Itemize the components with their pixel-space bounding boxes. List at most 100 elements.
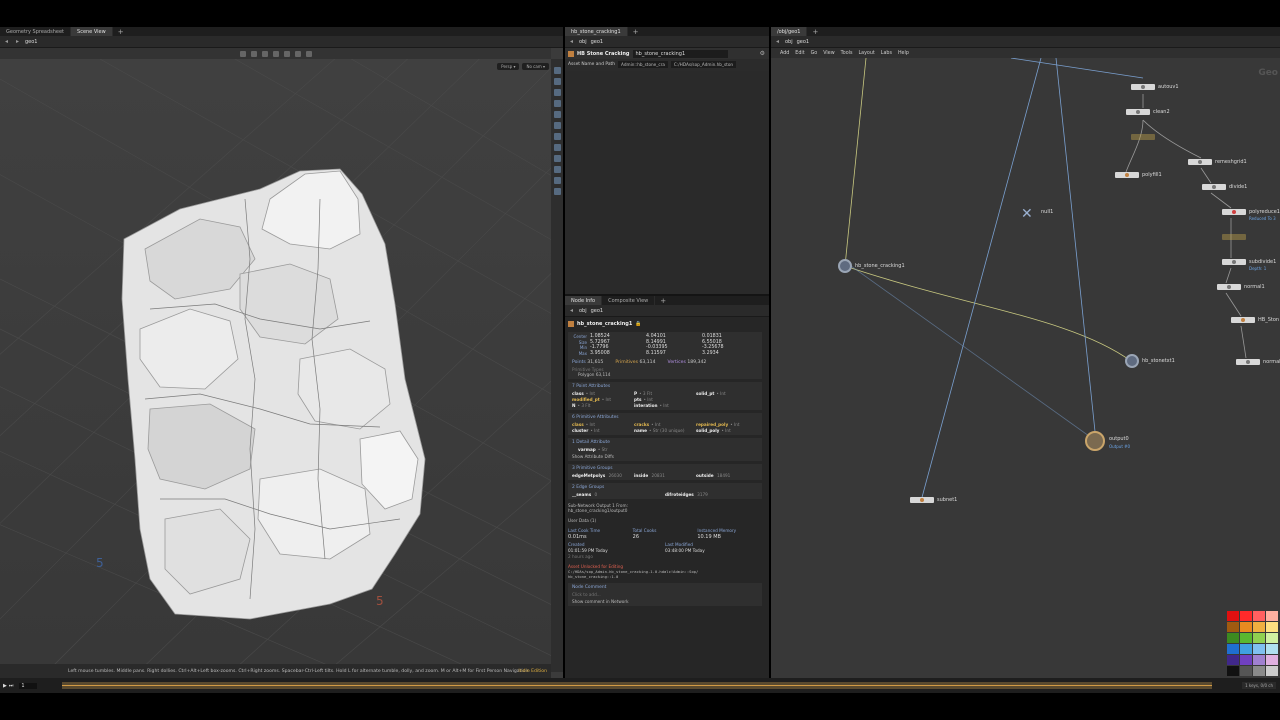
wireframe-icon[interactable] [553,89,561,96]
snap-icon[interactable] [283,50,290,57]
node-hb-stonetxt[interactable]: HB_Ston [1231,317,1279,323]
asset-name-field[interactable]: Admin::hb_stone_cra [618,60,668,68]
edge-groups-head[interactable]: 2 Edge Groups [572,485,758,490]
tab-network[interactable]: /obj/geo1 [771,27,808,36]
color-swatch[interactable] [1266,622,1278,632]
frame-all-icon[interactable] [553,166,561,173]
color-swatch[interactable] [1266,655,1278,665]
path-obj[interactable]: obj [579,308,587,314]
show-comment-checkbox[interactable]: Show comment in Network [572,599,758,604]
color-swatch[interactable] [1240,622,1252,632]
node-name-field[interactable]: hb_stone_cracking1 [632,49,728,58]
color-swatch[interactable] [1227,611,1239,621]
snapshot-icon[interactable] [553,155,561,162]
add-tab-icon[interactable]: + [655,297,671,305]
node-clean2[interactable]: clean2 [1126,109,1170,115]
color-swatch[interactable] [1266,666,1278,676]
node-normal1[interactable]: normal1 [1217,284,1265,290]
node-autouv1[interactable]: autouv1 [1131,84,1179,90]
node-polyfill1[interactable]: polyfill1 [1115,172,1162,178]
background-icon[interactable] [553,188,561,195]
current-frame-field[interactable]: 1 [19,682,38,689]
node-comment-input[interactable]: Click to add... [572,592,758,597]
menu-edit[interactable]: Edit [795,51,804,56]
scale-tool-icon[interactable] [272,50,279,57]
node-subdivide1[interactable]: subdivide1 Depth: 1 [1222,259,1276,271]
color-swatch[interactable] [1266,644,1278,654]
color-swatch[interactable] [1253,633,1265,643]
back-arrow-icon[interactable]: ◂ [3,38,10,45]
display-icon[interactable] [294,50,301,57]
color-swatch[interactable] [1227,655,1239,665]
node-bypassed[interactable] [1131,134,1155,140]
show-attribute-diffs[interactable]: Show Attribute Diffs [572,454,758,459]
select-tool-icon[interactable] [239,50,246,57]
path-obj[interactable]: obj [579,39,587,45]
gear-icon[interactable]: ⚙ [760,50,765,57]
grid-icon[interactable] [553,144,561,151]
path-obj[interactable]: obj [785,39,793,45]
normals-icon[interactable] [553,122,561,129]
tab-params-node[interactable]: hb_stone_cracking1 [565,27,628,36]
color-swatch[interactable] [1253,655,1265,665]
node-bypassed-2[interactable] [1222,234,1246,240]
color-swatch[interactable] [1240,644,1252,654]
camera-icon[interactable] [305,50,312,57]
node-hb-stone-cracking1[interactable]: hb_stone_cracking1 [838,259,905,273]
color-swatch[interactable] [1240,633,1252,643]
node-hb-stonetxt1[interactable]: hb_stonetxt1 [1125,354,1175,368]
points-icon[interactable] [553,133,561,140]
network-editor-pane[interactable]: /obj/geo1 + ◂ obj geo1 Add Edit Go View … [771,27,1280,678]
tab-geometry-spreadsheet[interactable]: Geometry Spreadsheet [0,27,72,36]
add-tab-icon[interactable]: + [628,28,644,36]
menu-labs[interactable]: Labs [881,51,892,56]
path-geo1[interactable]: geo1 [591,39,604,45]
ghost-icon[interactable] [553,111,561,118]
camera-menu[interactable]: No cam ▾ [522,63,549,70]
node-null1[interactable]: ✕ null1 [1021,206,1053,222]
path-geo1[interactable]: geo1 [797,39,810,45]
node-remeshgrid1[interactable]: remeshgrid1 [1188,159,1247,165]
lighting-icon[interactable] [553,100,561,107]
user-data-toggle[interactable]: User Data (1) [568,518,762,523]
tab-scene-view[interactable]: Scene View [71,27,113,36]
node-divide1[interactable]: divide1 [1202,184,1247,190]
path-geo1[interactable]: geo1 [25,39,38,45]
menu-help[interactable]: Help [898,51,909,56]
home-icon[interactable] [553,177,561,184]
shading-icon[interactable] [553,78,561,85]
node-output0[interactable]: output0 Output #0 [1085,431,1130,451]
color-swatch[interactable] [1227,633,1239,643]
forward-arrow-icon[interactable]: ▸ [14,38,21,45]
prim-groups-head[interactable]: 3 Primitive Groups [572,466,758,471]
tab-node-info[interactable]: Node Info [565,296,603,305]
add-tab-icon[interactable]: + [113,28,129,36]
timeline-track[interactable] [62,682,1212,689]
menu-view[interactable]: View [823,51,834,56]
play-icon[interactable]: ▶ [3,683,7,689]
color-swatch[interactable] [1227,666,1239,676]
back-arrow-icon[interactable]: ◂ [568,38,575,45]
menu-layout[interactable]: Layout [858,51,874,56]
color-swatch[interactable] [1253,666,1265,676]
add-tab-icon[interactable]: + [807,28,823,36]
path-geo1[interactable]: geo1 [591,308,604,314]
color-swatch[interactable] [1240,611,1252,621]
menu-go[interactable]: Go [811,51,818,56]
network-canvas[interactable]: Geo autouv1 clean2 polyfill1 remeshgrid1… [771,58,1280,678]
tab-composite-view[interactable]: Composite View [602,296,656,305]
detail-attributes-head[interactable]: 1 Detail Attribute [572,440,758,445]
node-subnet1[interactable]: subnet1 [910,497,957,503]
menu-add[interactable]: Add [780,51,789,56]
color-swatch[interactable] [1227,644,1239,654]
viewport-canvas[interactable]: 5 5 [0,59,551,672]
menu-tools[interactable]: Tools [841,51,853,56]
node-polyreduce1[interactable]: polyreduce1 Reduced To 3 [1222,209,1280,221]
node-normal2[interactable]: normal [1236,359,1280,365]
color-swatch[interactable] [1266,611,1278,621]
rotate-tool-icon[interactable] [261,50,268,57]
back-arrow-icon[interactable]: ◂ [774,38,781,45]
skip-forward-icon[interactable]: ⏭ [9,683,14,689]
perspective-menu[interactable]: Persp ▾ [497,63,520,70]
asset-path-field[interactable]: C:/HDAs/sop_Admin.hb_ston [670,60,737,68]
